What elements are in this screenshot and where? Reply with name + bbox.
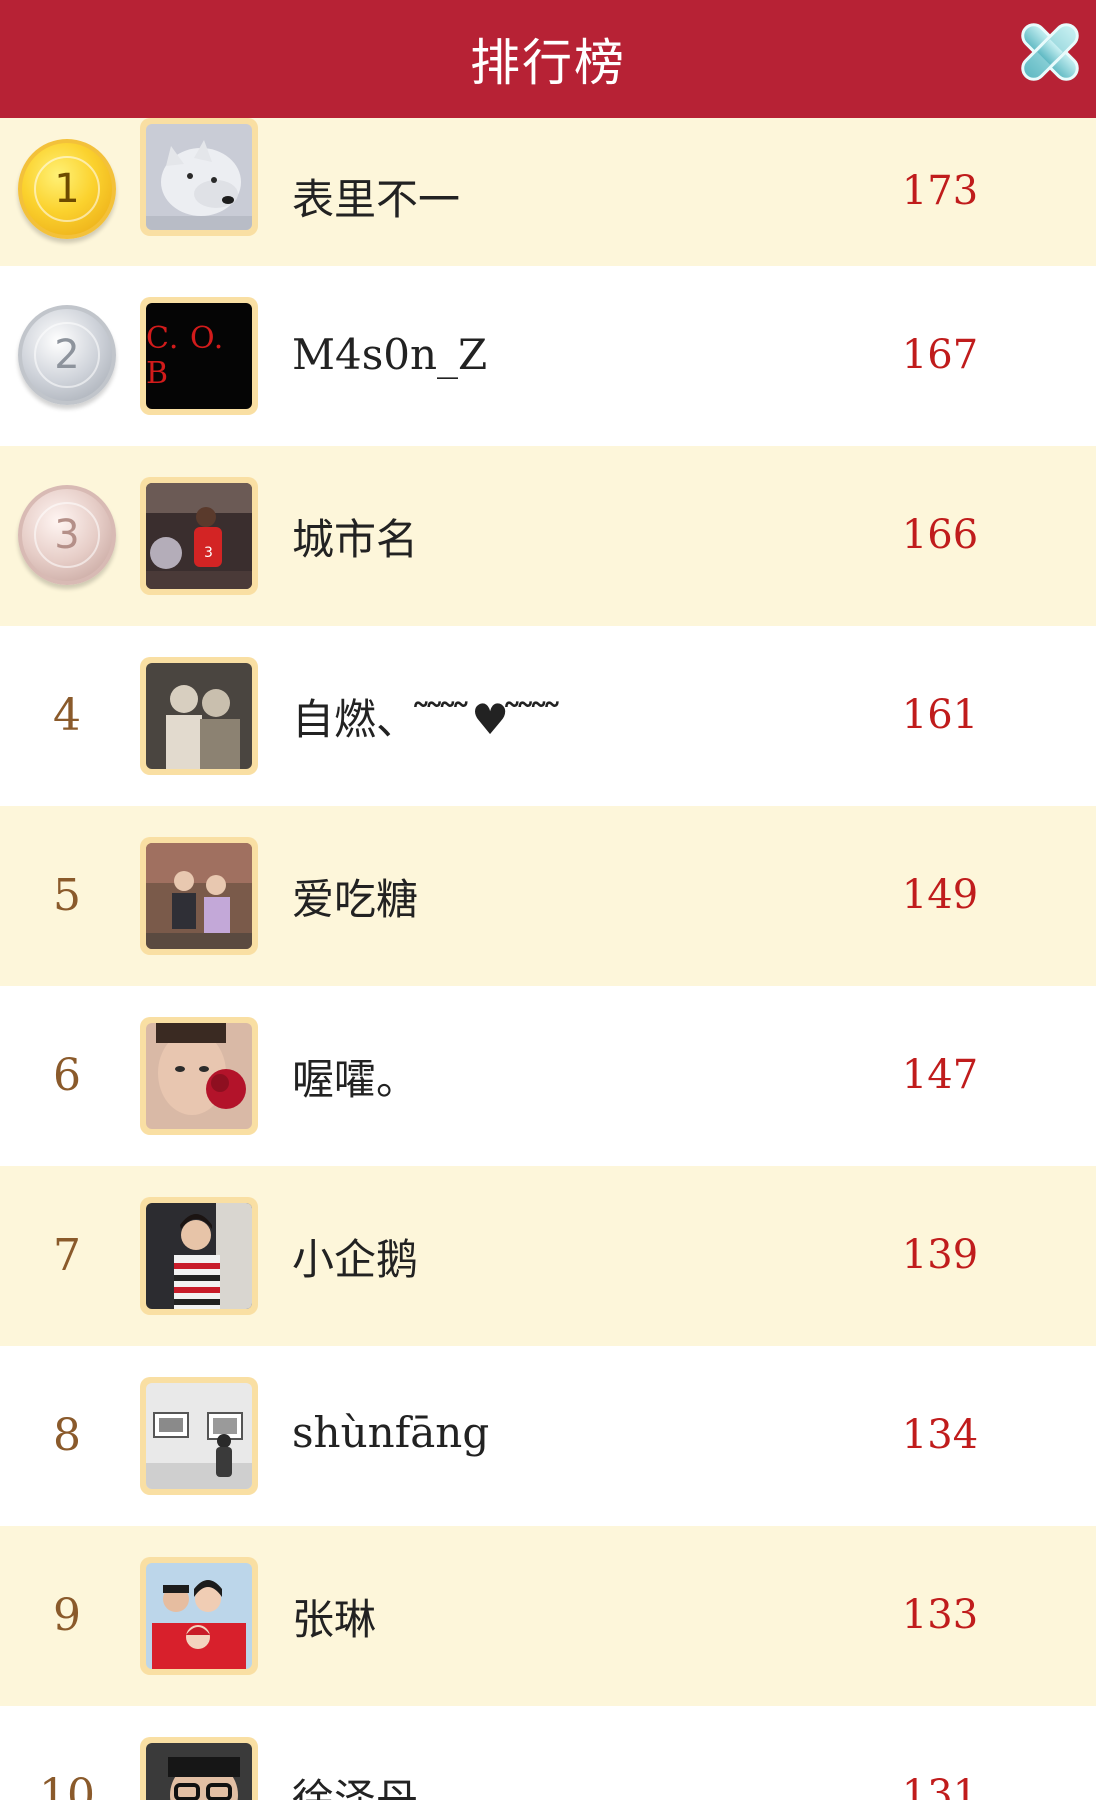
rank-badge: 1 xyxy=(18,139,116,239)
man-glasses-photo-icon xyxy=(146,1743,252,1800)
avatar[interactable] xyxy=(140,1197,258,1315)
rank-badge: 8 xyxy=(18,1386,116,1484)
rank-number: 8 xyxy=(53,1409,81,1461)
player-score: 166 xyxy=(901,512,979,558)
rank-badge: 9 xyxy=(18,1566,116,1664)
silver-medal-icon: 2 xyxy=(18,305,116,405)
player-score: 161 xyxy=(901,692,979,738)
couple-sepia-photo-icon xyxy=(146,663,252,769)
wolf-photo-icon xyxy=(146,124,252,230)
gallery-photo-icon xyxy=(146,1383,252,1489)
player-score: 134 xyxy=(901,1412,979,1458)
player-name: 张琳 xyxy=(292,1595,377,1644)
rank-number: 7 xyxy=(53,1229,81,1281)
rank-badge: 5 xyxy=(18,846,116,944)
rank-number: 1 xyxy=(54,166,80,212)
list-item[interactable]: 2 C. O. B M4s0n_Z 167 xyxy=(0,266,1096,446)
avatar[interactable] xyxy=(140,118,258,236)
rank-number: 10 xyxy=(39,1769,95,1800)
rank-badge: 10 xyxy=(18,1746,116,1800)
rank-badge: 3 xyxy=(18,485,116,585)
page-title: 排行榜 xyxy=(470,34,626,92)
svg-text:3: 3 xyxy=(204,545,213,561)
family-photo-icon xyxy=(146,1563,252,1669)
player-name: 喔嚯。 xyxy=(292,1055,419,1104)
basketball-player-photo-icon: 3 xyxy=(146,483,252,589)
player-score: 133 xyxy=(901,1592,979,1638)
avatar[interactable] xyxy=(140,837,258,955)
rank-number: 2 xyxy=(54,332,80,378)
list-item[interactable]: 1 表里不一 173 xyxy=(0,118,1096,266)
close-x-icon xyxy=(1021,23,1079,81)
close-button[interactable] xyxy=(1010,12,1090,92)
player-name: M4s0n_Z xyxy=(292,330,488,379)
player-score: 167 xyxy=(901,332,979,378)
woman-striped-shirt-photo-icon xyxy=(146,1203,252,1309)
leaderboard-screen: 排行榜 1 表里不一 173 2 C. O. B M4s0n_Z 167 3 3… xyxy=(0,0,1096,1800)
player-score: 131 xyxy=(901,1772,979,1800)
avatar[interactable] xyxy=(140,1377,258,1495)
bronze-medal-icon: 3 xyxy=(18,485,116,585)
list-item[interactable]: 9 张琳 133 xyxy=(0,1526,1096,1706)
player-name: 自燃、 ̃ ̃ ̃ ̃♥ ̃ ̃ ̃ ̃ xyxy=(292,695,563,744)
rank-badge: 7 xyxy=(18,1206,116,1304)
list-item[interactable]: 4 自燃、 ̃ ̃ ̃ ̃♥ ̃ ̃ ̃ ̃ 161 xyxy=(0,626,1096,806)
rank-number: 5 xyxy=(53,869,81,921)
rank-badge: 4 xyxy=(18,666,116,764)
header-bar: 排行榜 xyxy=(0,0,1096,118)
avatar[interactable]: 3 xyxy=(140,477,258,595)
leaderboard-list: 1 表里不一 173 2 C. O. B M4s0n_Z 167 3 3 城市名… xyxy=(0,118,1096,1800)
rank-number: 3 xyxy=(54,512,80,558)
player-score: 173 xyxy=(901,168,979,214)
list-item[interactable]: 10 徐泽丹 131 xyxy=(0,1706,1096,1800)
rank-number: 4 xyxy=(53,689,81,741)
player-name: 徐泽丹 xyxy=(292,1775,419,1800)
two-women-photo-icon xyxy=(146,843,252,949)
rank-number: 6 xyxy=(53,1049,81,1101)
avatar[interactable] xyxy=(140,1017,258,1135)
avatar[interactable] xyxy=(140,657,258,775)
player-name: 城市名 xyxy=(292,515,419,564)
rank-number: 9 xyxy=(53,1589,81,1641)
player-name: 表里不一 xyxy=(292,175,461,224)
player-name: 小企鹅 xyxy=(292,1235,419,1284)
player-score: 149 xyxy=(901,872,979,918)
player-name: shùnfāng xyxy=(292,1408,490,1457)
list-item[interactable]: 3 3 城市名 166 xyxy=(0,446,1096,626)
gold-medal-icon: 1 xyxy=(18,139,116,239)
list-item[interactable]: 7 小企鹅 139 xyxy=(0,1166,1096,1346)
player-score: 147 xyxy=(901,1052,979,1098)
rank-badge: 2 xyxy=(18,305,116,405)
avatar[interactable]: C. O. B xyxy=(140,297,258,415)
rank-badge: 6 xyxy=(18,1026,116,1124)
list-item[interactable]: 5 爱吃糖 149 xyxy=(0,806,1096,986)
player-name: 爱吃糖 xyxy=(292,875,419,924)
list-item[interactable]: 8 shùnfāng 134 xyxy=(0,1346,1096,1526)
cob-logo-icon: C. O. B xyxy=(146,303,252,409)
avatar[interactable] xyxy=(140,1737,258,1800)
avatar[interactable] xyxy=(140,1557,258,1675)
player-score: 139 xyxy=(901,1232,979,1278)
man-rose-photo-icon xyxy=(146,1023,252,1129)
list-item[interactable]: 6 喔嚯。 147 xyxy=(0,986,1096,1166)
